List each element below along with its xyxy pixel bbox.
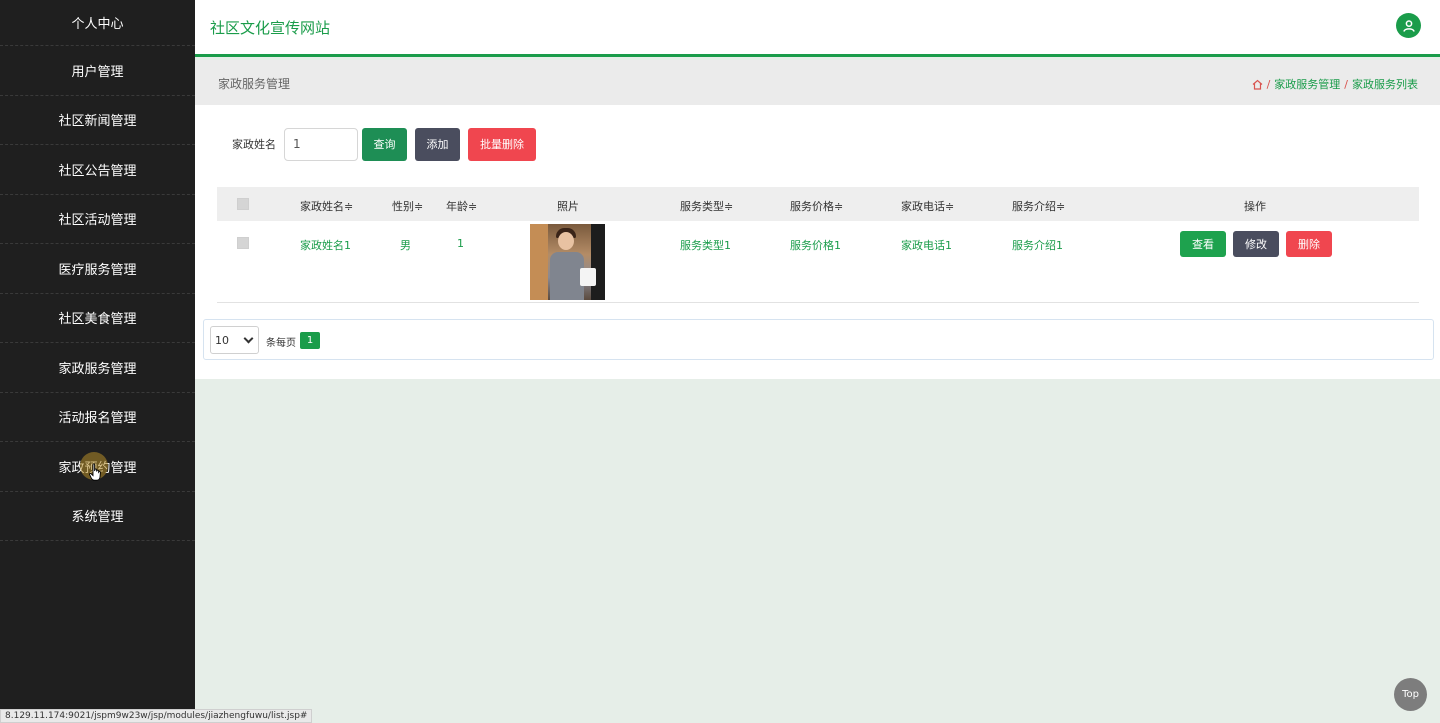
column-label: 家政电话 xyxy=(901,200,945,213)
user-icon[interactable] xyxy=(1396,13,1421,38)
breadcrumb: / 家政服务管理 / 家政服务列表 xyxy=(1252,76,1418,92)
sort-icon: ≑ xyxy=(414,200,424,213)
sidebar-item-medical[interactable]: 医疗服务管理 xyxy=(0,244,195,294)
site-title: 社区文化宣传网站 xyxy=(210,19,331,37)
status-url: 8.129.11.174:9021/jspm9w23w/jsp/modules/… xyxy=(0,709,313,723)
back-to-top-button[interactable]: Top xyxy=(1394,678,1427,711)
sidebar-item-registration[interactable]: 活动报名管理 xyxy=(0,393,195,442)
housekeeper-photo[interactable] xyxy=(530,224,605,300)
cell-name: 家政姓名1 xyxy=(300,239,351,252)
cell-age: 1 xyxy=(457,237,464,250)
user-glyph-icon xyxy=(1402,19,1415,32)
sort-icon: ≑ xyxy=(344,200,354,213)
sidebar-item-label: 家政服务管理 xyxy=(58,361,137,377)
delete-button[interactable]: 删除 xyxy=(1286,231,1332,257)
view-button[interactable]: 查看 xyxy=(1180,231,1226,257)
page-size-select[interactable]: 10 xyxy=(210,326,259,354)
per-page-label: 条每页 xyxy=(266,338,296,349)
sidebar-item-label: 用户管理 xyxy=(71,64,124,80)
select-all-checkbox[interactable] xyxy=(237,198,249,210)
search-bar: 家政姓名 查询 添加 批量删除 xyxy=(232,127,536,161)
sidebar-item-system[interactable]: 系统管理 xyxy=(0,492,195,541)
sidebar-item-notices[interactable]: 社区公告管理 xyxy=(0,145,195,195)
cell-intro: 服务介绍1 xyxy=(1012,239,1063,252)
hand-cursor-icon xyxy=(89,463,101,481)
sort-icon: ≑ xyxy=(834,200,844,213)
page-title: 家政服务管理 xyxy=(218,77,291,91)
batch-delete-button[interactable]: 批量删除 xyxy=(468,127,536,161)
column-label: 服务价格 xyxy=(790,200,834,213)
column-header-photo: 照片 xyxy=(557,200,579,213)
column-header-age[interactable]: 年龄≑ xyxy=(446,198,477,214)
query-button[interactable]: 查询 xyxy=(362,127,407,161)
column-label: 性别 xyxy=(392,200,414,213)
column-label: 家政姓名 xyxy=(300,200,344,213)
breadcrumb-bar: 家政服务管理 / 家政服务管理 / 家政服务列表 xyxy=(195,60,1440,105)
data-table: 家政姓名≑ 性别≑ 年龄≑ 照片 服务类型≑ 服务价格≑ 家政电话≑ 服务介绍≑… xyxy=(217,187,1419,303)
column-header-phone[interactable]: 家政电话≑ xyxy=(901,198,954,214)
cell-gender: 男 xyxy=(400,239,411,252)
sidebar: 个人中心 用户管理 社区新闻管理 社区公告管理 社区活动管理 医疗服务管理 社区… xyxy=(0,0,195,723)
sidebar-item-users[interactable]: 用户管理 xyxy=(0,46,195,96)
sort-icon: ≑ xyxy=(1056,200,1066,213)
name-search-input[interactable] xyxy=(284,127,358,161)
column-header-name[interactable]: 家政姓名≑ xyxy=(300,198,353,214)
sidebar-item-label: 社区新闻管理 xyxy=(58,114,137,130)
sidebar-item-food[interactable]: 社区美食管理 xyxy=(0,294,195,343)
column-label: 服务类型 xyxy=(680,200,724,213)
home-icon[interactable] xyxy=(1252,79,1263,90)
page-number-button[interactable]: 1 xyxy=(300,332,320,349)
sidebar-item-personal-center[interactable]: 个人中心 xyxy=(0,0,195,46)
breadcrumb-item[interactable]: 家政服务列表 xyxy=(1352,76,1418,92)
sidebar-item-housekeeping[interactable]: 家政服务管理 xyxy=(0,343,195,393)
sidebar-item-news[interactable]: 社区新闻管理 xyxy=(0,96,195,145)
cell-service-price: 服务价格1 xyxy=(790,239,841,252)
sort-icon: ≑ xyxy=(945,200,955,213)
row-checkbox[interactable] xyxy=(237,237,249,249)
breadcrumb-item[interactable]: 家政服务管理 xyxy=(1274,76,1340,92)
cell-phone: 家政电话1 xyxy=(901,239,952,252)
column-header-service-price[interactable]: 服务价格≑ xyxy=(790,198,843,214)
cell-service-type: 服务类型1 xyxy=(680,239,731,252)
column-label: 服务介绍 xyxy=(1012,200,1056,213)
sidebar-item-label: 医疗服务管理 xyxy=(58,262,137,278)
sidebar-item-label: 个人中心 xyxy=(71,17,124,32)
sidebar-item-label: 系统管理 xyxy=(71,510,124,526)
pagination: 10 条每页 1 xyxy=(203,319,1434,360)
page-size-value: 10 xyxy=(215,333,229,347)
add-button[interactable]: 添加 xyxy=(415,127,460,161)
sidebar-item-activities[interactable]: 社区活动管理 xyxy=(0,195,195,244)
sidebar-item-label: 活动报名管理 xyxy=(58,411,137,427)
column-label: 年龄 xyxy=(446,200,468,213)
search-label: 家政姓名 xyxy=(232,138,276,151)
sidebar-item-label: 社区活动管理 xyxy=(58,213,137,229)
table-header: 家政姓名≑ 性别≑ 年龄≑ 照片 服务类型≑ 服务价格≑ 家政电话≑ 服务介绍≑… xyxy=(217,187,1419,221)
sort-icon: ≑ xyxy=(468,200,478,213)
sidebar-item-label: 社区公告管理 xyxy=(58,163,137,179)
edit-button[interactable]: 修改 xyxy=(1233,231,1279,257)
column-header-actions: 操作 xyxy=(1244,200,1266,213)
sort-icon: ≑ xyxy=(724,200,734,213)
top-header: 社区文化宣传网站 xyxy=(195,0,1440,57)
column-header-service-type[interactable]: 服务类型≑ xyxy=(680,198,733,214)
breadcrumb-separator: / xyxy=(1266,77,1271,91)
column-header-gender[interactable]: 性别≑ xyxy=(392,198,423,214)
sidebar-item-label: 社区美食管理 xyxy=(58,312,137,328)
main-panel: 家政服务管理 / 家政服务管理 / 家政服务列表 家政姓名 查询 添加 批量删除… xyxy=(195,60,1440,379)
breadcrumb-separator: / xyxy=(1344,77,1348,91)
chevron-down-icon xyxy=(243,333,254,344)
column-header-intro[interactable]: 服务介绍≑ xyxy=(1012,198,1065,214)
